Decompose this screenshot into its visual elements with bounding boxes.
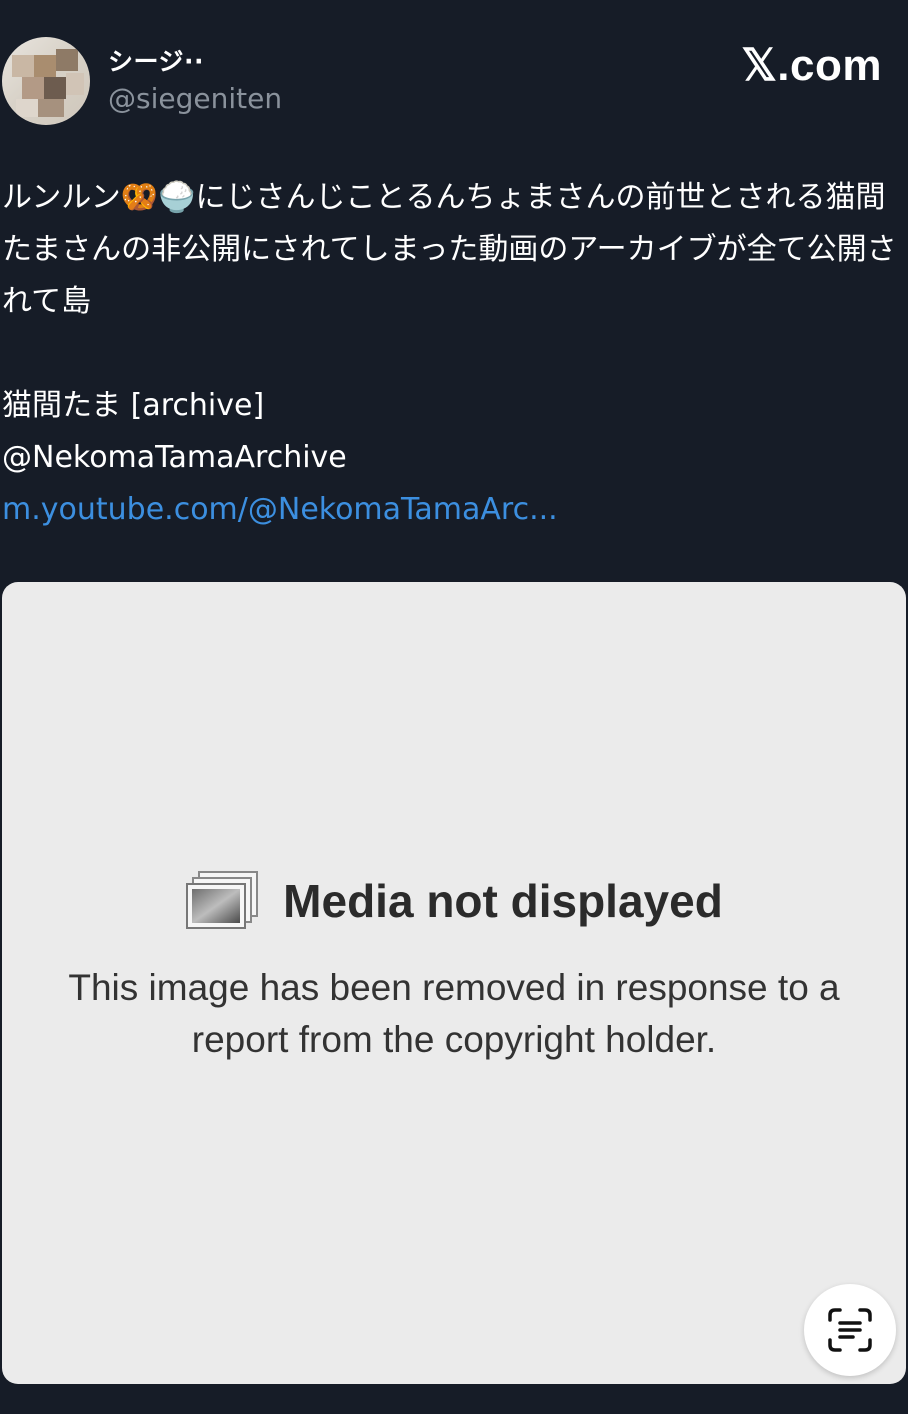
tweet-account-block: 猫間たま [archive] @NekomaTamaArchive m.yout… [2,380,906,536]
rice-bowl-icon: 🍚 [158,180,196,215]
display-name[interactable]: シージ·· [108,42,204,78]
media-placeholder-card: Media not displayed This image has been … [2,582,906,1384]
media-title: Media not displayed [283,875,723,927]
x-logo: 𝕏.com [741,41,882,90]
archive-account-name: 猫間たま [archive] [2,388,265,423]
tweet-text-start: ルンルン [2,180,121,215]
archive-account-handle[interactable]: @NekomaTamaArchive [2,432,906,484]
stacked-image-icon [186,871,259,929]
media-description: This image has been removed in response … [68,967,840,1060]
tweet-screenshot: シージ·· @siegeniten 𝕏.com ルンルン🥨🍚にじさんじことるんち… [0,0,908,1414]
media-title-row: Media not displayed [2,870,906,932]
tweet-text: ルンルン🥨🍚にじさんじことるんちょまさんの前世とされる猫間たまさんの非公開にされ… [2,172,906,328]
youtube-link[interactable]: m.youtube.com/@NekomaTamaArc... [2,484,906,536]
live-text-scan-icon [828,1308,872,1352]
avatar[interactable] [2,37,90,125]
pretzel-icon: 🥨 [120,180,159,215]
live-text-scan-button[interactable] [804,1284,896,1376]
user-handle[interactable]: @siegeniten [108,82,282,115]
